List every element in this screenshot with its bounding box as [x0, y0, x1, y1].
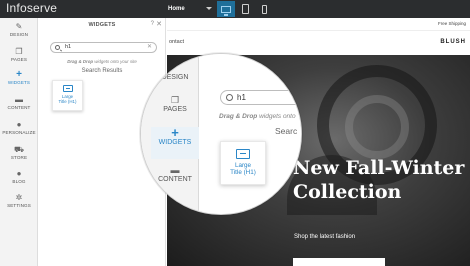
magnified-card-line2: Title (H1)	[230, 169, 256, 176]
nav-item-settings[interactable]: ✲ SETTINGS	[0, 192, 38, 216]
site-brand[interactable]: BLUSH	[440, 39, 466, 45]
magnified-nav-pages: ❐ PAGES	[151, 94, 199, 113]
help-icon[interactable]: ?	[151, 21, 154, 27]
magnified-nav-label: DESIGN	[161, 74, 189, 81]
magnified-results-title: Searc	[275, 126, 298, 136]
desktop-icon	[221, 5, 231, 16]
app-logo: Infoserve	[6, 1, 58, 15]
nav-item-blog[interactable]: ● BLOG	[0, 168, 38, 192]
magnified-nav-design: DESIGN	[151, 74, 199, 81]
nav-item-label: CONTENT	[7, 105, 31, 110]
nav-item-store[interactable]: ⛟ STORE	[0, 144, 38, 168]
magnified-widget-card: Large Title (H1)	[220, 141, 266, 185]
tablet-view-button[interactable]	[236, 1, 254, 17]
folder-icon: ▬	[15, 95, 23, 104]
magnified-nav-label: PAGES	[163, 106, 187, 113]
magnified-card-line1: Large	[234, 162, 252, 169]
magnified-hint-bold: Drag & Drop	[219, 113, 258, 120]
magnified-hint: Drag & Drop widgets onto	[219, 113, 301, 120]
widget-label-line2: Title (H1)	[58, 99, 77, 104]
pencil-icon: ✎	[15, 22, 23, 31]
nav-item-pages[interactable]: ❐ PAGES	[0, 46, 38, 70]
pages-icon: ❐	[15, 47, 23, 56]
magnified-nav-content: ▬ CONTENT	[151, 164, 199, 183]
page-selector[interactable]: Home	[163, 2, 215, 16]
panel-title: WIDGETS	[88, 22, 116, 28]
site-nav-contact[interactable]: ontact	[169, 39, 184, 45]
title-widget-icon	[62, 85, 73, 92]
nav-item-label: SETTINGS	[7, 203, 31, 208]
folder-icon: ▬	[170, 165, 180, 175]
clear-icon[interactable]: ✕	[147, 43, 152, 50]
phone-icon	[261, 4, 267, 14]
desktop-view-button[interactable]	[217, 1, 235, 17]
magnified-search: h1	[220, 90, 301, 105]
zoom-magnifier: DESIGN ❐ PAGES + WIDGETS ▬ CONTENT h1 Dr…	[140, 53, 302, 215]
site-nav: ontact BLUSH	[167, 30, 470, 52]
widget-large-title[interactable]: Large Title (H1)	[52, 80, 83, 111]
shipping-banner: Free Shipping	[437, 21, 466, 26]
magnified-hint-rest: widgets onto	[259, 113, 296, 120]
nav-item-personalize[interactable]: ● PERSONALIZE	[0, 119, 38, 143]
plus-icon: +	[16, 69, 22, 80]
hint-rest: widgets onto your site	[94, 59, 137, 64]
cart-icon: ⛟	[13, 145, 25, 154]
hero-image-decoration	[345, 95, 409, 159]
search-icon	[55, 45, 60, 50]
person-icon: ●	[16, 120, 22, 129]
magnified-nav-label: WIDGETS	[158, 139, 192, 146]
nav-item-design[interactable]: ✎ DESIGN	[0, 21, 38, 45]
chat-icon: ●	[16, 169, 22, 178]
chevron-down-icon	[206, 7, 212, 10]
widget-search-input[interactable]: h1 ✕	[50, 42, 157, 53]
search-icon	[226, 94, 233, 101]
nav-item-label: DESIGN	[9, 32, 29, 37]
nav-item-widgets[interactable]: + WIDGETS	[0, 69, 38, 93]
magnified-nav-widgets: + WIDGETS	[151, 125, 199, 159]
nav-item-label: BLOG	[12, 179, 26, 184]
hint-bold: Drag & Drop	[67, 59, 94, 64]
top-bar: Infoserve Home	[0, 0, 470, 18]
tablet-icon	[241, 4, 249, 14]
page-selector-value: Home	[168, 6, 185, 12]
phone-view-button[interactable]	[255, 1, 273, 17]
nav-item-label: PERSONALIZE	[2, 130, 36, 135]
left-nav: ✎ DESIGN ❐ PAGES + WIDGETS ▬ CONTENT ● P…	[0, 18, 38, 266]
title-widget-icon	[236, 149, 250, 159]
magnified-nav-label: CONTENT	[158, 176, 192, 183]
gear-icon: ✲	[15, 193, 23, 202]
nav-item-content[interactable]: ▬ CONTENT	[0, 94, 38, 118]
nav-item-label: STORE	[10, 155, 28, 160]
nav-item-label: WIDGETS	[7, 80, 31, 85]
close-icon[interactable]: ✕	[156, 20, 162, 28]
magnified-panel: h1 Drag & Drop widgets onto Searc Large …	[200, 54, 301, 214]
pages-icon: ❐	[170, 95, 180, 105]
magnified-nav: DESIGN ❐ PAGES + WIDGETS ▬ CONTENT	[141, 54, 199, 214]
plus-icon: +	[171, 125, 179, 140]
magnified-search-value: h1	[237, 93, 246, 102]
search-value: h1	[65, 44, 72, 50]
app-root: Infoserve Home ✎ DESIGN ❐ PAGES + WIDGET…	[0, 0, 470, 266]
nav-item-label: PAGES	[11, 57, 27, 62]
panel-header: WIDGETS ? ✕	[38, 18, 166, 34]
